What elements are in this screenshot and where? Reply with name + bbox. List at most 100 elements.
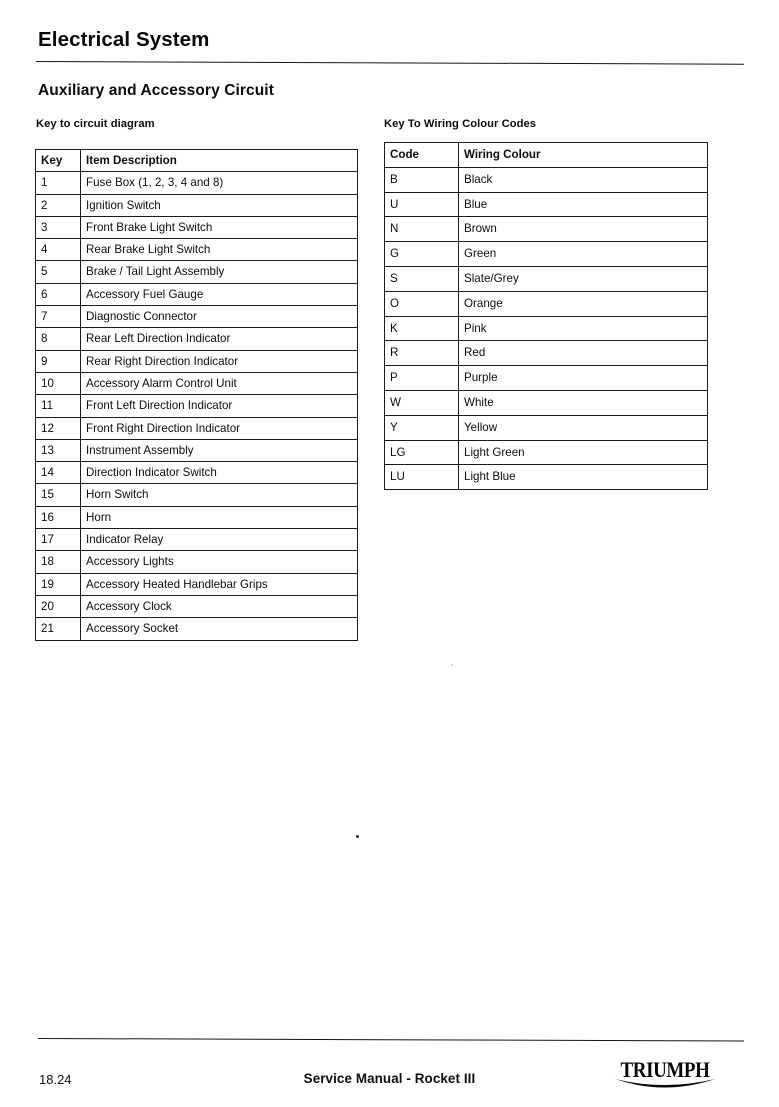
cell-item-description: Horn Switch xyxy=(80,483,358,507)
table-row: R Red xyxy=(384,340,708,367)
cell-key: 2 xyxy=(35,193,81,217)
cell-key: 7 xyxy=(35,305,81,329)
cell-item-description: Accessory Fuel Gauge xyxy=(80,282,358,307)
table-row: N Brown xyxy=(384,216,708,243)
section-title: Auxiliary and Accessory Circuit xyxy=(38,82,274,99)
table-row: 18 Accessory Lights xyxy=(35,550,358,574)
table-row: 1 Fuse Box (1, 2, 3, 4 and 8) xyxy=(35,171,358,195)
table-row: 16 Horn xyxy=(35,505,358,530)
cell-wiring-colour: Purple xyxy=(458,365,708,391)
cell-code: Y xyxy=(384,414,459,441)
wiring-colour-codes-table: Code Wiring Colour B Black U Blue N Brown G Gre… xyxy=(384,142,708,491)
table-row: O Orange xyxy=(384,290,708,317)
cell-key: 21 xyxy=(35,617,81,641)
cell-wiring-colour: Brown xyxy=(458,216,708,243)
cell-key: 17 xyxy=(35,528,81,552)
cell-code: U xyxy=(384,191,459,218)
table-row: U Blue xyxy=(384,191,708,218)
cell-wiring-colour: Red xyxy=(458,340,708,367)
triumph-logo: TRIUMPH xyxy=(605,1058,725,1092)
cell-key: 18 xyxy=(35,550,81,574)
cell-item-description: Indicator Relay xyxy=(80,528,358,552)
table-row: G Green xyxy=(384,241,708,267)
column-header-item-description: Item Description xyxy=(80,148,358,173)
cell-wiring-colour: Slate/Grey xyxy=(458,265,708,292)
cell-code: B xyxy=(384,166,459,193)
cell-key: 1 xyxy=(35,171,81,195)
cell-key: 5 xyxy=(35,260,81,284)
cell-key: 20 xyxy=(35,594,81,619)
cell-wiring-colour: Yellow xyxy=(458,414,708,441)
table-row: 12 Front Right Direction Indicator xyxy=(35,416,358,440)
cell-item-description: Rear Left Direction Indicator xyxy=(80,327,358,351)
scan-speck xyxy=(451,664,453,666)
cell-key: 8 xyxy=(35,327,81,351)
triumph-logo-arc-icon xyxy=(615,1079,715,1088)
cell-code: S xyxy=(384,265,459,292)
table-row: B Black xyxy=(384,166,708,193)
chapter-title: Electrical System xyxy=(38,28,210,51)
table-row: K Pink xyxy=(384,315,708,342)
column-header-wiring-colour: Wiring Colour xyxy=(458,142,708,168)
table-row: 2 Ignition Switch xyxy=(35,193,358,217)
table-row: 13 Instrument Assembly xyxy=(35,438,358,463)
table-row: 4 Rear Brake Light Switch xyxy=(35,238,358,262)
cell-wiring-colour: Light Blue xyxy=(458,464,708,491)
cell-item-description: Horn xyxy=(80,505,358,530)
cell-wiring-colour: Orange xyxy=(458,290,708,317)
table-row: 17 Indicator Relay xyxy=(35,528,358,552)
key-to-circuit-diagram-table: Key Item Description 1 Fuse Box (1, 2, 3,… xyxy=(35,148,358,641)
table-row: 15 Horn Switch xyxy=(35,483,358,507)
key-table-caption: Key to circuit diagram xyxy=(36,118,155,130)
footer-divider xyxy=(37,1038,744,1042)
scan-speck xyxy=(356,835,359,838)
cell-code: LG xyxy=(384,439,459,466)
cell-code: P xyxy=(384,365,459,391)
cell-key: 6 xyxy=(35,282,81,307)
cell-wiring-colour: Light Green xyxy=(458,439,708,466)
cell-item-description: Brake / Tail Light Assembly xyxy=(80,260,358,284)
cell-wiring-colour: Black xyxy=(458,166,708,193)
cell-item-description: Accessory Alarm Control Unit xyxy=(80,371,358,396)
cell-key: 12 xyxy=(35,416,81,440)
cell-key: 9 xyxy=(35,349,81,373)
cell-code: O xyxy=(384,290,459,317)
cell-item-description: Rear Brake Light Switch xyxy=(80,238,358,262)
table-row: 6 Accessory Fuel Gauge xyxy=(35,282,358,307)
column-header-key: Key xyxy=(35,148,81,173)
table-row: S Slate/Grey xyxy=(384,265,708,292)
table-row: W White xyxy=(384,389,708,416)
column-header-code: Code xyxy=(384,142,459,168)
table-row: 5 Brake / Tail Light Assembly xyxy=(35,260,358,284)
cell-item-description: Fuse Box (1, 2, 3, 4 and 8) xyxy=(80,171,358,195)
cell-wiring-colour: Green xyxy=(458,241,708,267)
cell-item-description: Accessory Socket xyxy=(80,617,358,641)
cell-code: W xyxy=(384,389,459,416)
cell-key: 4 xyxy=(35,238,81,262)
cell-item-description: Front Left Direction Indicator xyxy=(80,394,358,418)
table-row: 11 Front Left Direction Indicator xyxy=(35,394,358,418)
table-row: 20 Accessory Clock xyxy=(35,594,358,619)
table-row: P Purple xyxy=(384,365,708,391)
table-header-row: Code Wiring Colour xyxy=(384,142,708,168)
cell-item-description: Ignition Switch xyxy=(80,193,358,217)
cell-item-description: Accessory Heated Handlebar Grips xyxy=(80,572,358,596)
cell-key: 16 xyxy=(35,505,81,530)
table-row: 3 Front Brake Light Switch xyxy=(35,215,358,240)
table-header-row: Key Item Description xyxy=(35,148,358,173)
table-row: 14 Direction Indicator Switch xyxy=(35,461,358,485)
cell-item-description: Diagnostic Connector xyxy=(80,305,358,329)
header-divider xyxy=(35,61,744,65)
table-row: 8 Rear Left Direction Indicator xyxy=(35,327,358,351)
table-row: Y Yellow xyxy=(384,414,708,441)
cell-key: 11 xyxy=(35,394,81,418)
cell-code: LU xyxy=(384,464,459,491)
cell-key: 3 xyxy=(35,215,81,240)
cell-item-description: Accessory Lights xyxy=(80,550,358,574)
cell-wiring-colour: White xyxy=(458,389,708,416)
cell-key: 10 xyxy=(35,371,81,396)
cell-key: 14 xyxy=(35,461,81,485)
table-row: LG Light Green xyxy=(384,439,708,466)
table-row: 21 Accessory Socket xyxy=(35,617,358,641)
cell-code: N xyxy=(384,216,459,243)
